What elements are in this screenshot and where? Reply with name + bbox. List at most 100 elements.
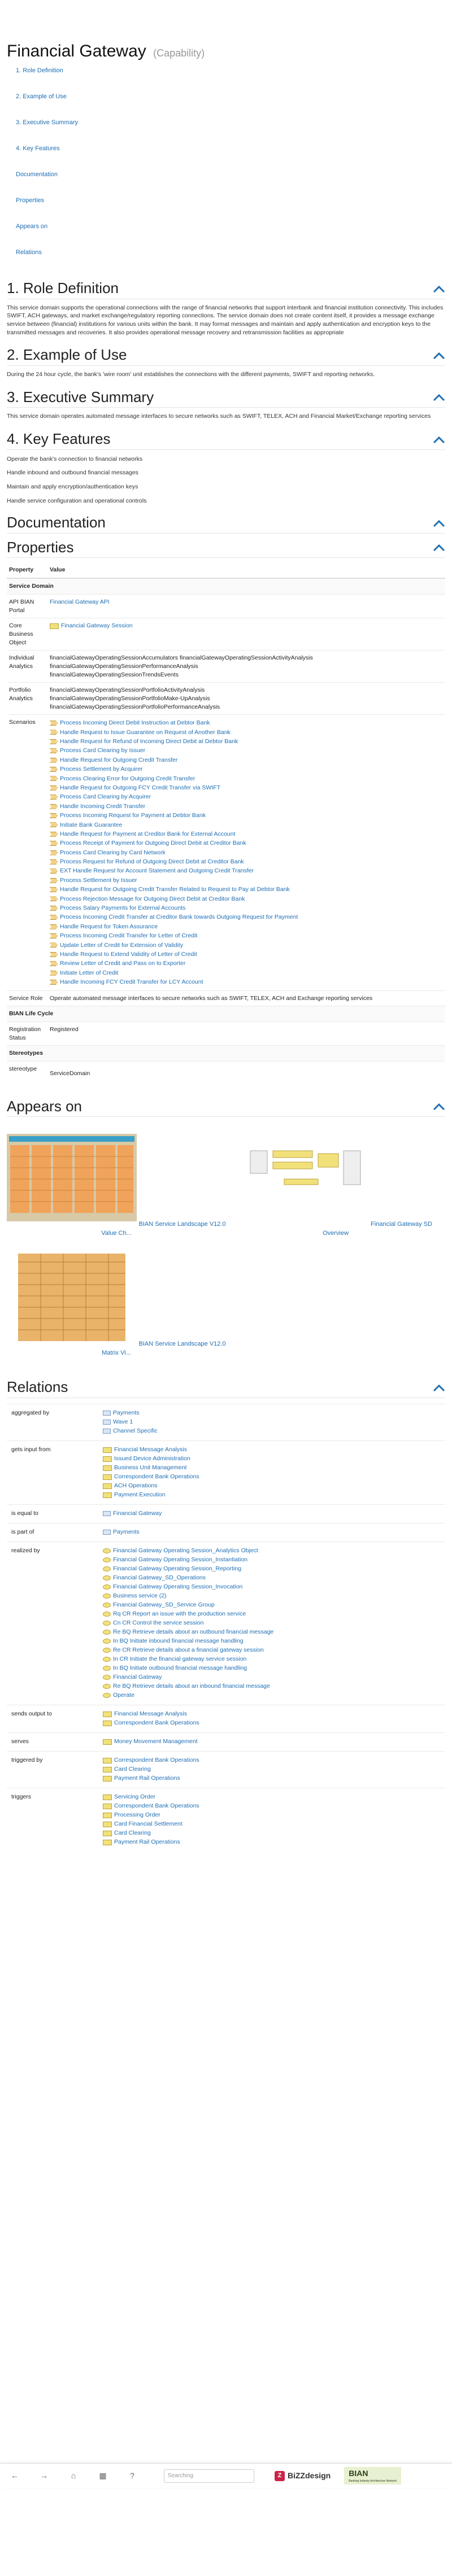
view-card[interactable]: Financial Gateway SD Overview [226,1134,445,1238]
relation-item[interactable]: Business service (2) [103,1592,445,1601]
relation-item[interactable]: Operate [103,1691,445,1700]
relation-item[interactable]: Financial Gateway Operating Session_Repo… [103,1565,445,1574]
scenario-item[interactable]: Review Letter of Credit and Pass on to E… [50,959,443,968]
scenario-item[interactable]: Initiate Letter of Credit [50,968,443,977]
relation-item-link[interactable]: Financial Gateway_SD_Operations [113,1574,206,1582]
scenario-item[interactable]: Process Card Clearing by Acquirer [50,793,443,802]
view-link[interactable]: BIAN Service Landscape V12.0 Matrix Vi..… [102,1341,225,1356]
scenario-link[interactable]: Handle Request for Outgoing FCY Credit T… [60,784,220,792]
relation-item-link[interactable]: In BQ Initiate inbound financial message… [113,1637,244,1645]
relation-item-link[interactable]: Financial Gateway [113,1509,162,1518]
relation-item-link[interactable]: Money Movement Management [114,1737,198,1746]
scenario-link[interactable]: Handle Incoming FCY Credit Transfer for … [60,978,203,986]
relation-item-link[interactable]: Channel Specific [113,1427,158,1435]
relation-item-link[interactable]: Card Clearing [114,1829,151,1837]
scenario-link[interactable]: Handle Request to Extend Validity of Let… [60,950,197,959]
scenario-link[interactable]: Process Settlement by Acquirer [60,765,142,774]
relation-item-link[interactable]: In BQ Initiate outbound financial messag… [113,1664,247,1673]
scenario-link[interactable]: Handle Request for Token Assurance [60,923,158,931]
relation-item[interactable]: Financial Message Analysis [103,1710,445,1719]
relation-item[interactable]: Payment Rail Operations [103,1838,445,1847]
relation-item-link[interactable]: Payments [113,1409,140,1417]
scenario-item[interactable]: Initiate Bank Guarantee [50,820,443,829]
scenario-link[interactable]: Review Letter of Credit and Pass on to E… [60,959,185,968]
help-icon[interactable]: ? [124,2468,140,2484]
scenario-item[interactable]: Process Clearing Error for Outgoing Cred… [50,774,443,783]
relation-item-link[interactable]: Financial Gateway Operating Session_Anal… [113,1547,258,1555]
relation-item[interactable]: Servicing Order [103,1793,445,1802]
relation-item-link[interactable]: Rq CR Report an issue with the productio… [113,1610,246,1618]
scenario-link[interactable]: Process Card Clearing by Issuer [60,746,145,755]
relation-item-link[interactable]: Correspondent Bank Operations [114,1473,199,1481]
collapse-chevron-icon[interactable] [433,519,445,527]
relation-item-link[interactable]: Financial Gateway Operating Session_Repo… [113,1565,241,1573]
relation-item[interactable]: Financial Gateway [103,1509,445,1518]
relation-item[interactable]: Payment Execution [103,1491,445,1500]
scenario-link[interactable]: Initiate Letter of Credit [60,969,118,977]
relation-item-link[interactable]: Re BQ Retrieve details about an outbound… [113,1628,273,1636]
scenario-link[interactable]: Update Letter of Credit for Extension of… [60,941,183,950]
scenario-link[interactable]: Process Receipt of Payment for Outgoing … [60,839,246,848]
forward-icon[interactable]: → [36,2468,52,2484]
search-input[interactable]: Searching [164,2469,254,2483]
scenario-item[interactable]: Handle Request for Outgoing Credit Trans… [50,885,443,894]
view-link[interactable]: BIAN Service Landscape V12.0 Value Ch... [101,1221,225,1236]
scenario-link[interactable]: Process Request for Refund of Outgoing D… [60,858,244,866]
relation-item[interactable]: Financial Gateway Operating Session_Anal… [103,1547,445,1556]
scenario-item[interactable]: Handle Incoming FCY Credit Transfer for … [50,977,443,986]
toc-link-example[interactable]: 2. Example of Use [16,93,67,100]
toc-link-properties[interactable]: Properties [16,197,44,204]
relation-item-link[interactable]: Financial Gateway_SD_Service Group [113,1601,215,1609]
scenario-link[interactable]: Process Incoming Credit Transfer at Cred… [60,913,298,922]
relation-item[interactable]: Financial Gateway Operating Session_Inst… [103,1556,445,1565]
scenario-item[interactable]: EXT Handle Request for Account Statement… [50,867,443,876]
relation-item[interactable]: Financial Gateway_SD_Operations [103,1574,445,1583]
relation-item[interactable]: Rq CR Report an issue with the productio… [103,1610,445,1619]
scenario-link[interactable]: EXT Handle Request for Account Statement… [60,867,254,875]
scenario-link[interactable]: Process Incoming Credit Transfer for Let… [60,932,197,940]
scenario-link[interactable]: Handle Request for Outgoing Credit Trans… [60,885,290,894]
relation-item-link[interactable]: Financial Message Analysis [114,1710,187,1718]
scenario-item[interactable]: Handle Request to Issue Guarantee on Req… [50,728,443,737]
collapse-chevron-icon[interactable] [433,436,445,444]
scenario-item[interactable]: Process Incoming Credit Transfer at Cred… [50,913,443,922]
back-icon[interactable]: ← [7,2468,23,2484]
scenario-item[interactable]: Process Request for Refund of Outgoing D… [50,857,443,866]
relation-item-link[interactable]: Business Unit Management [114,1464,186,1472]
scenario-item[interactable]: Handle Request to Extend Validity of Let… [50,950,443,959]
relation-item-link[interactable]: Payment Execution [114,1491,165,1499]
scenario-item[interactable]: Process Rejection Message for Outgoing D… [50,894,443,903]
collapse-chevron-icon[interactable] [433,1384,445,1392]
relation-item-link[interactable]: Payment Rail Operations [114,1838,180,1846]
scenario-item[interactable]: Process Card Clearing by Card Network [50,848,443,857]
collapse-chevron-icon[interactable] [433,544,445,552]
scenario-link[interactable]: Process Incoming Request for Payment at … [60,811,206,820]
toc-link-summary[interactable]: 3. Executive Summary [16,119,78,126]
relation-item-link[interactable]: Financial Gateway Operating Session_Invo… [113,1583,242,1591]
relation-item[interactable]: Financial Gateway_SD_Service Group [103,1601,445,1610]
toc-link-documentation[interactable]: Documentation [16,171,58,178]
collapse-chevron-icon[interactable] [433,394,445,401]
collapse-chevron-icon[interactable] [433,1103,445,1111]
relation-item[interactable]: Financial Message Analysis [103,1446,445,1455]
relation-item[interactable]: Payments [103,1409,445,1418]
scenario-link[interactable]: Handle Incoming Credit Transfer [60,802,145,811]
scenario-item[interactable]: Process Incoming Credit Transfer for Let… [50,931,443,940]
relation-item[interactable]: Correspondent Bank Operations [103,1473,445,1482]
relation-item-link[interactable]: Servicing Order [114,1793,155,1801]
view-link[interactable]: Financial Gateway SD Overview [323,1221,432,1236]
collapse-chevron-icon[interactable] [433,285,445,293]
relation-item-link[interactable]: ACH Operations [114,1482,157,1490]
toc-link-role[interactable]: 1. Role Definition [16,67,63,74]
scenario-item[interactable]: Process Incoming Direct Debit Instructio… [50,718,443,727]
relation-item[interactable]: Money Movement Management [103,1737,445,1747]
view-card[interactable]: BIAN Service Landscape V12.0 Value Ch... [7,1134,226,1238]
relation-item-link[interactable]: In CR Initiate the financial gateway ser… [113,1655,246,1664]
scenario-link[interactable]: Handle Request to Issue Guarantee on Req… [60,728,231,737]
relation-item-link[interactable]: Issued Device Administration [114,1455,190,1463]
relation-item[interactable]: ACH Operations [103,1482,445,1491]
relation-item-link[interactable]: Card Financial Settlement [114,1820,182,1828]
relation-item-link[interactable]: Financial Gateway [113,1673,162,1682]
scenario-link[interactable]: Process Rejection Message for Outgoing D… [60,895,245,903]
scenario-item[interactable]: Process Incoming Request for Payment at … [50,811,443,820]
